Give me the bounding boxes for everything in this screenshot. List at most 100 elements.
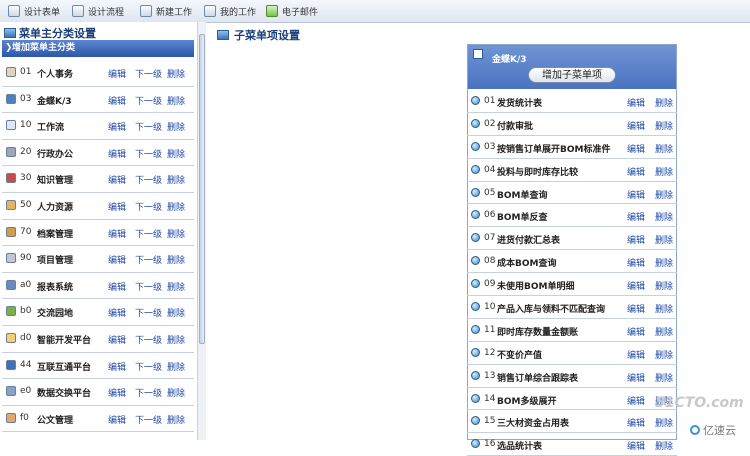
next-level-link[interactable]: 下一级 <box>135 67 162 80</box>
pushpin-icon <box>471 96 480 105</box>
edit-link[interactable]: 编辑 <box>108 227 126 240</box>
next-level-link[interactable]: 下一级 <box>135 360 162 373</box>
sub-menu-row: 02 付款审批 编辑 删除 <box>467 113 677 136</box>
toolbar-design-flow[interactable]: 设计流程 <box>72 4 124 18</box>
delete-link[interactable]: 删除 <box>655 371 673 384</box>
sub-item-code: 04 <box>484 164 496 175</box>
delete-link[interactable]: 删除 <box>167 360 185 373</box>
delete-link[interactable]: 删除 <box>167 200 185 213</box>
toolbar-my-work-label: 我的工作 <box>220 7 257 18</box>
edit-link[interactable]: 编辑 <box>627 439 645 452</box>
delete-link[interactable]: 删除 <box>655 233 673 246</box>
scrollbar-thumb[interactable] <box>199 34 205 344</box>
toolbar-email[interactable]: 电子邮件 <box>266 4 318 18</box>
next-level-link[interactable]: 下一级 <box>135 120 162 133</box>
edit-link[interactable]: 编辑 <box>627 256 645 269</box>
edit-link[interactable]: 编辑 <box>108 67 126 80</box>
delete-link[interactable]: 删除 <box>167 333 185 346</box>
edit-link[interactable]: 编辑 <box>108 147 126 160</box>
edit-link[interactable]: 编辑 <box>627 210 645 223</box>
edit-link[interactable]: 编辑 <box>108 253 126 266</box>
delete-link[interactable]: 删除 <box>655 96 673 109</box>
sub-item-name: 选品统计表 <box>497 442 543 453</box>
sub-menu-row: 16 选品统计表 编辑 删除 <box>467 433 677 456</box>
edit-link[interactable]: 编辑 <box>627 119 645 132</box>
category-code: e0 <box>20 386 32 397</box>
delete-link[interactable]: 删除 <box>167 120 185 133</box>
delete-link[interactable]: 删除 <box>655 210 673 223</box>
delete-link[interactable]: 删除 <box>655 142 673 155</box>
toolbar-new-work[interactable]: 新建工作 <box>140 4 192 18</box>
next-level-link[interactable]: 下一级 <box>135 386 162 399</box>
next-level-link[interactable]: 下一级 <box>135 306 162 319</box>
delete-link[interactable]: 删除 <box>167 94 185 107</box>
delete-link[interactable]: 删除 <box>655 416 673 429</box>
delete-link[interactable]: 删除 <box>167 147 185 160</box>
delete-link[interactable]: 删除 <box>167 386 185 399</box>
edit-link[interactable]: 编辑 <box>627 302 645 315</box>
add-main-category-button[interactable]: ❯ 增加菜单主分类 <box>2 40 194 57</box>
delete-link[interactable]: 删除 <box>167 306 185 319</box>
delete-link[interactable]: 删除 <box>655 165 673 178</box>
delete-link[interactable]: 删除 <box>655 188 673 201</box>
left-scrollbar[interactable] <box>197 22 206 440</box>
edit-link[interactable]: 编辑 <box>627 142 645 155</box>
toolbar-my-work[interactable]: 我的工作 <box>204 4 256 18</box>
edit-link[interactable]: 编辑 <box>108 280 126 293</box>
edit-link[interactable]: 编辑 <box>108 120 126 133</box>
edit-link[interactable]: 编辑 <box>627 325 645 338</box>
next-level-link[interactable]: 下一级 <box>135 173 162 186</box>
delete-link[interactable]: 删除 <box>167 413 185 426</box>
delete-link[interactable]: 删除 <box>655 439 673 452</box>
add-sub-menu-button[interactable]: 增加子菜单项 <box>528 67 616 83</box>
delete-link[interactable]: 删除 <box>655 348 673 361</box>
category-code: a0 <box>20 279 32 290</box>
delete-link[interactable]: 删除 <box>655 256 673 269</box>
edit-link[interactable]: 编辑 <box>627 188 645 201</box>
delete-link[interactable]: 删除 <box>167 227 185 240</box>
pushpin-icon <box>471 118 480 128</box>
delete-link[interactable]: 删除 <box>167 67 185 80</box>
edit-link[interactable]: 编辑 <box>627 233 645 246</box>
toolbar-new-work-label: 新建工作 <box>156 7 193 18</box>
delete-link[interactable]: 删除 <box>167 173 185 186</box>
delete-link[interactable]: 删除 <box>167 253 185 266</box>
sub-item-code: 12 <box>484 347 496 358</box>
next-level-link[interactable]: 下一级 <box>135 94 162 107</box>
edit-link[interactable]: 编辑 <box>108 333 126 346</box>
next-level-link[interactable]: 下一级 <box>135 147 162 160</box>
edit-link[interactable]: 编辑 <box>108 306 126 319</box>
next-level-link[interactable]: 下一级 <box>135 333 162 346</box>
edit-link[interactable]: 编辑 <box>627 96 645 109</box>
delete-link[interactable]: 删除 <box>655 279 673 292</box>
category-name: 报表系统 <box>37 282 74 293</box>
edit-link[interactable]: 编辑 <box>627 279 645 292</box>
edit-link[interactable]: 编辑 <box>108 360 126 373</box>
edit-link[interactable]: 编辑 <box>108 94 126 107</box>
edit-link[interactable]: 编辑 <box>627 165 645 178</box>
edit-link[interactable]: 编辑 <box>627 371 645 384</box>
delete-link[interactable]: 删除 <box>655 302 673 315</box>
report-icon <box>6 279 16 290</box>
edit-link[interactable]: 编辑 <box>627 394 645 407</box>
toolbar-design-form[interactable]: 设计表单 <box>8 4 60 18</box>
delete-link[interactable]: 删除 <box>655 119 673 132</box>
edit-link[interactable]: 编辑 <box>108 413 126 426</box>
delete-link[interactable]: 删除 <box>167 280 185 293</box>
edit-link[interactable]: 编辑 <box>627 348 645 361</box>
next-level-link[interactable]: 下一级 <box>135 200 162 213</box>
edit-link[interactable]: 编辑 <box>108 200 126 213</box>
sub-item-name: 成本BOM查询 <box>497 259 557 270</box>
edit-link[interactable]: 编辑 <box>627 416 645 429</box>
next-level-link[interactable]: 下一级 <box>135 413 162 426</box>
category-name: 档案管理 <box>37 229 74 240</box>
sub-item-code: 14 <box>484 393 496 404</box>
next-level-link[interactable]: 下一级 <box>135 227 162 240</box>
delete-link[interactable]: 删除 <box>655 325 673 338</box>
new-work-icon <box>140 5 152 17</box>
edit-link[interactable]: 编辑 <box>108 386 126 399</box>
next-level-link[interactable]: 下一级 <box>135 280 162 293</box>
edit-link[interactable]: 编辑 <box>108 173 126 186</box>
category-name: 人力资源 <box>37 202 74 213</box>
next-level-link[interactable]: 下一级 <box>135 253 162 266</box>
